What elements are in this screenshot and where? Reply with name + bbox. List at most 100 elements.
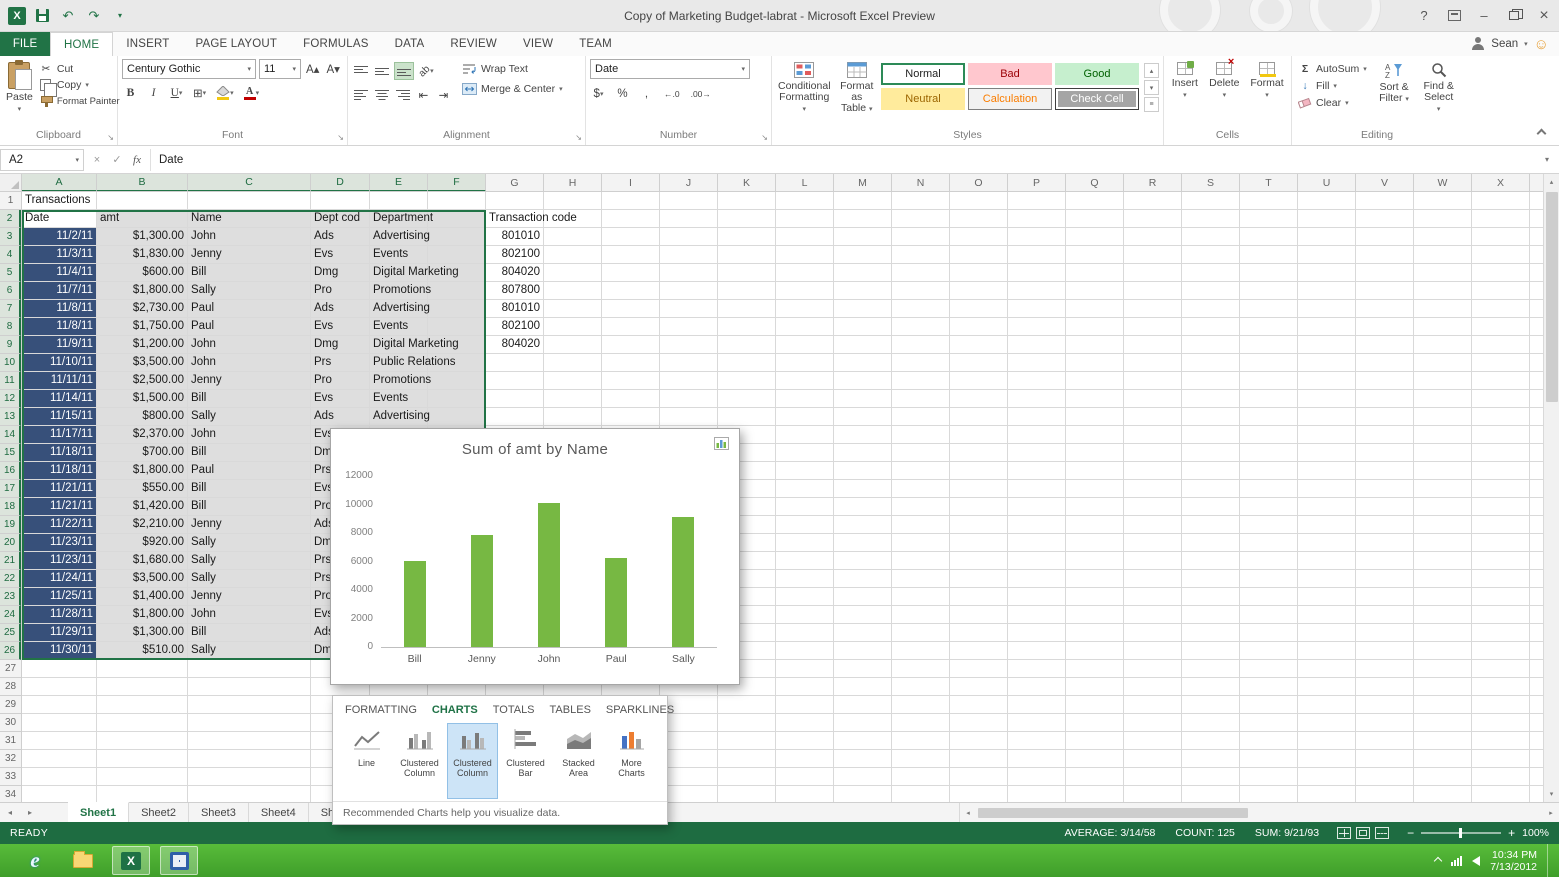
cell[interactable]	[1008, 336, 1066, 354]
cell[interactable]	[1414, 570, 1472, 588]
cell[interactable]: $2,210.00	[97, 516, 188, 534]
cell[interactable]: Bill	[188, 498, 311, 516]
styles-gallery-more[interactable]: ≡	[1144, 97, 1159, 112]
cell[interactable]	[1298, 750, 1356, 768]
paste-button[interactable]: Paste ▾	[4, 59, 35, 128]
cell[interactable]	[1240, 588, 1298, 606]
cell[interactable]	[1240, 444, 1298, 462]
cell[interactable]	[834, 768, 892, 786]
cell[interactable]: 11/10/11	[22, 354, 97, 372]
styles-scroll-down[interactable]: ▾	[1144, 80, 1159, 95]
cell[interactable]	[834, 786, 892, 802]
cell[interactable]: $1,750.00	[97, 318, 188, 336]
cell[interactable]	[1414, 678, 1472, 696]
cell[interactable]	[1530, 516, 1543, 534]
cell[interactable]	[834, 372, 892, 390]
cell[interactable]	[950, 372, 1008, 390]
cell[interactable]	[1530, 768, 1543, 786]
cell[interactable]	[1182, 480, 1240, 498]
cell[interactable]	[1182, 336, 1240, 354]
cell[interactable]: $3,500.00	[97, 570, 188, 588]
cell[interactable]	[892, 372, 950, 390]
cell[interactable]	[1182, 606, 1240, 624]
qa-tab-tables[interactable]: TABLES	[550, 704, 591, 716]
cell[interactable]	[660, 192, 718, 210]
cell[interactable]	[950, 318, 1008, 336]
cell[interactable]	[1298, 408, 1356, 426]
cell[interactable]	[1530, 786, 1543, 802]
cell[interactable]	[1066, 462, 1124, 480]
cell[interactable]	[1182, 498, 1240, 516]
cell[interactable]	[718, 354, 776, 372]
row-header[interactable]: 14	[0, 426, 21, 444]
cell[interactable]	[1182, 714, 1240, 732]
cell[interactable]	[1298, 606, 1356, 624]
cell[interactable]	[1008, 318, 1066, 336]
cell[interactable]	[1356, 570, 1414, 588]
cell[interactable]	[1124, 426, 1182, 444]
cell[interactable]	[1008, 264, 1066, 282]
cell[interactable]	[1066, 714, 1124, 732]
cell[interactable]	[1182, 516, 1240, 534]
cell[interactable]	[1356, 732, 1414, 750]
cell[interactable]	[660, 768, 718, 786]
cell[interactable]	[1472, 552, 1530, 570]
cell[interactable]	[1008, 480, 1066, 498]
orientation-button[interactable]: ab▾	[417, 62, 436, 80]
cell[interactable]	[950, 408, 1008, 426]
cell[interactable]	[1472, 768, 1530, 786]
cell[interactable]	[1472, 462, 1530, 480]
cell[interactable]	[1298, 264, 1356, 282]
cell[interactable]	[1414, 336, 1472, 354]
cell[interactable]: $2,370.00	[97, 426, 188, 444]
cell[interactable]: 11/23/11	[22, 534, 97, 552]
cell[interactable]: $1,800.00	[97, 462, 188, 480]
cell[interactable]	[1066, 300, 1124, 318]
cell[interactable]	[1240, 732, 1298, 750]
italic-button[interactable]: I	[145, 84, 162, 102]
cell[interactable]	[892, 642, 950, 660]
cell[interactable]	[892, 336, 950, 354]
cell[interactable]	[1356, 696, 1414, 714]
scroll-left-arrow[interactable]: ◂	[960, 809, 976, 817]
cell[interactable]	[1240, 642, 1298, 660]
cell[interactable]	[1414, 282, 1472, 300]
cell[interactable]	[1298, 768, 1356, 786]
decrease-indent-button[interactable]: ⇤	[415, 86, 432, 104]
column-header[interactable]: X	[1472, 174, 1530, 192]
normal-view-button[interactable]	[1337, 827, 1351, 839]
ribbon-display-options-button[interactable]	[1439, 0, 1469, 31]
cell[interactable]	[950, 246, 1008, 264]
align-left-button[interactable]	[352, 86, 370, 104]
cell[interactable]: 11/30/11	[22, 642, 97, 660]
cell-style-check-cell[interactable]: Check Cell	[1055, 88, 1139, 110]
cell[interactable]	[1240, 462, 1298, 480]
cell[interactable]	[1124, 714, 1182, 732]
cell[interactable]	[834, 462, 892, 480]
qa-option-stacked-area[interactable]: Stacked Area	[553, 723, 604, 799]
cell[interactable]	[1066, 606, 1124, 624]
cell[interactable]	[1182, 318, 1240, 336]
cell[interactable]	[950, 228, 1008, 246]
cell[interactable]	[660, 246, 718, 264]
cell[interactable]	[660, 390, 718, 408]
cell[interactable]	[1066, 210, 1124, 228]
cell[interactable]	[892, 318, 950, 336]
qa-tab-sparklines[interactable]: SPARKLINES	[606, 704, 674, 716]
cell[interactable]	[950, 210, 1008, 228]
cell[interactable]	[776, 606, 834, 624]
cell[interactable]	[892, 678, 950, 696]
cell[interactable]	[1298, 228, 1356, 246]
cell[interactable]	[1356, 516, 1414, 534]
qa-tab-charts[interactable]: CHARTS	[432, 704, 478, 716]
cell[interactable]	[776, 390, 834, 408]
cell[interactable]	[544, 282, 602, 300]
cell[interactable]	[602, 408, 660, 426]
cell[interactable]: 11/7/11	[22, 282, 97, 300]
cell[interactable]	[1182, 408, 1240, 426]
find-select-button[interactable]: Find &Select ▾	[1419, 59, 1458, 128]
tab-view[interactable]: VIEW	[510, 32, 566, 56]
cell[interactable]: Paul	[188, 462, 311, 480]
sheet-tab-3[interactable]: Sheet3	[189, 803, 249, 822]
cell[interactable]	[1182, 390, 1240, 408]
